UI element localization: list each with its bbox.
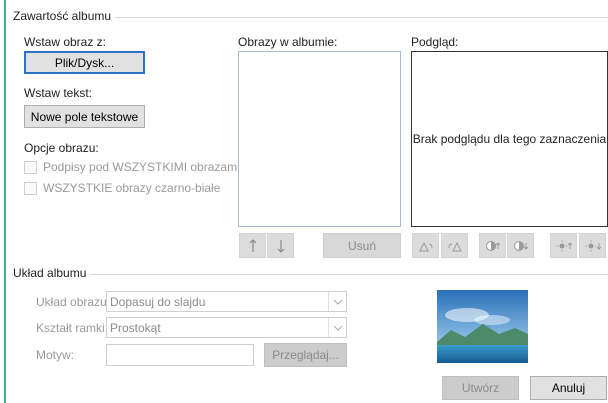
rotate-left-icon: [418, 241, 432, 251]
file-disk-button-label: Plik/Dysk...: [54, 55, 115, 70]
brightness-down-icon: [585, 240, 601, 251]
frame-select-value: Prostokąt: [110, 320, 161, 335]
remove-button[interactable]: Usuń: [323, 233, 401, 258]
contrast-up-button[interactable]: [479, 233, 506, 258]
bw-checkbox-box[interactable]: [24, 181, 37, 195]
image-options-label: Opcje obrazu:: [24, 141, 99, 155]
layout-label: Układ obrazu:: [36, 295, 111, 309]
frame-select[interactable]: Prostokąt: [106, 317, 347, 338]
cancel-button[interactable]: Anuluj: [530, 376, 607, 400]
chevron-down-icon[interactable]: [328, 318, 346, 337]
section-divider: [12, 274, 608, 275]
insert-text-label: Wstaw tekst:: [24, 86, 93, 100]
rotate-right-button[interactable]: [441, 233, 468, 258]
preview-label: Podgląd:: [411, 35, 459, 49]
preview-empty-text: Brak podglądu dla tego zaznaczenia: [412, 132, 607, 146]
images-in-album-label: Obrazy w albumie:: [238, 35, 338, 49]
theme-label: Motyw:: [36, 348, 75, 362]
layout-select[interactable]: Dopasuj do slajdu: [106, 291, 347, 312]
captions-checkbox-label: Podpisy pod WSZYSTKIMI obrazami: [43, 160, 240, 174]
theme-input[interactable]: [106, 344, 254, 366]
create-button-label: Utwórz: [461, 381, 500, 395]
create-button[interactable]: Utwórz: [442, 376, 519, 400]
chevron-down-icon[interactable]: [328, 292, 346, 311]
new-textbox-button-label: Nowe pole tekstowe: [30, 109, 139, 124]
images-listbox[interactable]: [238, 51, 401, 227]
captions-checkbox[interactable]: Podpisy pod WSZYSTKIMI obrazami: [24, 160, 240, 174]
rotate-left-button[interactable]: [412, 233, 439, 258]
album-content-title: Zawartość albumu: [13, 9, 116, 23]
brightness-up-icon: [556, 240, 572, 251]
rotate-right-icon: [448, 241, 462, 251]
contrast-down-icon: [513, 240, 528, 251]
layout-select-value: Dopasuj do slajdu: [110, 294, 206, 309]
brightness-down-button[interactable]: [579, 233, 606, 258]
arrow-up-icon: [249, 238, 256, 252]
layout-preview-thumbnail: [437, 290, 528, 363]
brightness-up-button[interactable]: [550, 233, 577, 258]
contrast-down-button[interactable]: [507, 233, 534, 258]
album-layout-title: Układ albumu: [13, 266, 91, 280]
bw-checkbox[interactable]: WSZYSTKIE obrazy czarno-białe: [24, 181, 220, 195]
contrast-up-icon: [485, 240, 500, 251]
insert-image-label: Wstaw obraz z:: [24, 35, 107, 49]
browse-button[interactable]: Przeglądaj...: [264, 343, 347, 367]
window-accent-border: [4, 0, 6, 403]
bw-checkbox-label: WSZYSTKIE obrazy czarno-białe: [43, 181, 221, 195]
preview-pane: Brak podglądu dla tego zaznaczenia: [411, 51, 608, 227]
new-textbox-button[interactable]: Nowe pole tekstowe: [24, 105, 145, 128]
remove-button-label: Usuń: [347, 238, 376, 253]
captions-checkbox-box[interactable]: [24, 160, 37, 174]
frame-label: Kształt ramki:: [36, 321, 109, 335]
cancel-button-label: Anuluj: [551, 381, 586, 395]
file-disk-button[interactable]: Plik/Dysk...: [24, 51, 145, 74]
browse-button-label: Przeglądaj...: [272, 348, 339, 362]
arrow-down-icon: [277, 239, 284, 253]
move-up-button[interactable]: [239, 233, 266, 258]
move-down-button[interactable]: [267, 233, 294, 258]
